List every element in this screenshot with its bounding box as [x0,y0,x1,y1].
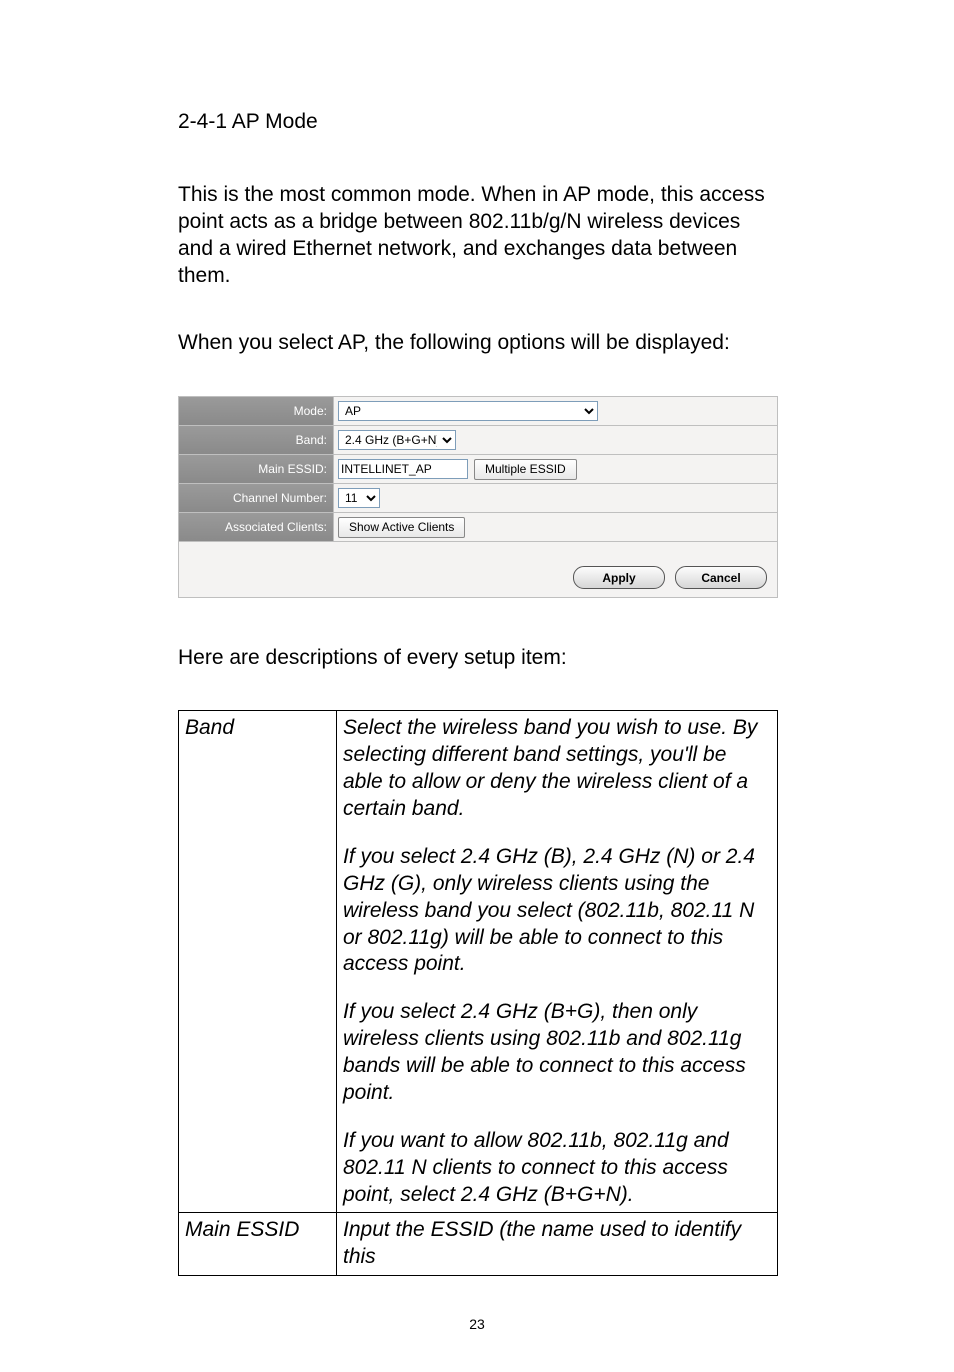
show-active-clients-button[interactable]: Show Active Clients [338,517,465,538]
label-band: Band: [179,426,334,454]
page-number: 23 [178,1316,776,1332]
label-channel: Channel Number: [179,484,334,512]
cell-essid-key: Main ESSID [179,1213,337,1276]
multiple-essid-button[interactable]: Multiple ESSID [474,459,577,480]
cell-band-key: Band [179,711,337,1213]
channel-select[interactable]: 11 [338,488,380,508]
spacer [343,823,771,844]
description-table: Band Select the wireless band you wish t… [178,710,778,1276]
action-bar: Apply Cancel [178,542,778,598]
essid-input[interactable] [338,459,468,479]
row-essid: Main ESSID: Multiple ESSID [178,455,778,484]
apply-button[interactable]: Apply [573,566,665,589]
spacer [343,1107,771,1128]
label-associated: Associated Clients: [179,513,334,541]
row-band: Band: 2.4 GHz (B+G+N) [178,426,778,455]
band-desc-p1: Select the wireless band you wish to use… [343,715,771,823]
config-panel: Mode: AP Band: 2.4 GHz (B+G+N) Main ESSI… [178,396,778,598]
row-channel: Channel Number: 11 [178,484,778,513]
paragraph-intro-1: This is the most common mode. When in AP… [178,182,776,290]
band-desc-p4: If you want to allow 802.11b, 802.11g an… [343,1128,771,1209]
paragraph-intro-2: When you select AP, the following option… [178,330,776,357]
band-select[interactable]: 2.4 GHz (B+G+N) [338,430,456,450]
row-mode: Mode: AP [178,396,778,426]
essid-desc-p1: Input the ESSID (the name used to identi… [343,1218,741,1268]
table-row: Main ESSID Input the ESSID (the name use… [179,1213,778,1276]
cancel-button[interactable]: Cancel [675,566,767,589]
label-essid: Main ESSID: [179,455,334,483]
label-mode: Mode: [179,397,334,425]
descriptions-intro: Here are descriptions of every setup ite… [178,646,776,670]
band-desc-p3: If you select 2.4 GHz (B+G), then only w… [343,999,771,1107]
row-associated: Associated Clients: Show Active Clients [178,513,778,542]
cell-band-desc: Select the wireless band you wish to use… [337,711,778,1213]
band-desc-p2: If you select 2.4 GHz (B), 2.4 GHz (N) o… [343,844,771,978]
cell-essid-desc: Input the ESSID (the name used to identi… [337,1213,778,1276]
section-title: 2-4-1 AP Mode [178,110,776,134]
table-row: Band Select the wireless band you wish t… [179,711,778,1213]
spacer [343,978,771,999]
mode-select[interactable]: AP [338,401,598,421]
